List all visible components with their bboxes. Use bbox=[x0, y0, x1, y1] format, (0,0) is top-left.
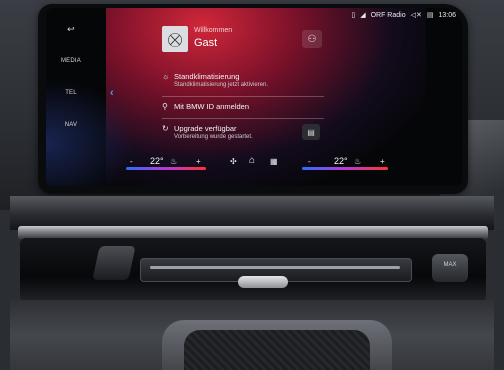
climate-bar: - 22° ♨ + ✣ ⌂ ▦ - 22° ♨ + bbox=[46, 155, 462, 186]
left-temp-minus-button[interactable]: - bbox=[130, 157, 133, 166]
mute-icon: ◁✕ bbox=[410, 12, 422, 19]
welcome-label: Willkommen bbox=[194, 27, 233, 34]
left-temp-value: 22° bbox=[150, 156, 164, 166]
right-temp-plus-button[interactable]: + bbox=[380, 157, 385, 166]
climate-people-icon: ☼ bbox=[162, 72, 170, 81]
clock: 13:06 bbox=[438, 11, 456, 19]
update-circle-icon: ↻ bbox=[162, 124, 169, 133]
side-nav-tel[interactable]: TEL bbox=[46, 90, 96, 96]
user-switch-icon: ⚇ bbox=[307, 33, 317, 45]
side-nav-nav[interactable]: NAV bbox=[46, 122, 96, 128]
guest-name: Gast bbox=[194, 37, 218, 49]
navigation-arrow-icon: ◢ bbox=[360, 12, 366, 19]
list-item-title: Mit BMW ID anmelden bbox=[174, 102, 250, 111]
apps-grid-icon[interactable]: ▦ bbox=[270, 157, 278, 166]
document-icon: ▤ bbox=[307, 127, 315, 137]
seat-heat-right-icon[interactable]: ♨ bbox=[354, 157, 361, 166]
radio-station[interactable]: ORF Radio bbox=[371, 12, 406, 19]
left-temp-plus-button[interactable]: + bbox=[196, 157, 201, 166]
home-icon[interactable]: ⌂ bbox=[249, 155, 255, 166]
mobile-icon: ▯ bbox=[351, 12, 356, 19]
welcome-card[interactable]: ⛒ Willkommen Gast bbox=[158, 24, 324, 62]
right-temp-minus-button[interactable]: - bbox=[308, 157, 311, 166]
list-item-subtitle: Standklimatisierung jetzt aktivieren. bbox=[174, 82, 269, 88]
vent-adjust-knob[interactable] bbox=[238, 276, 288, 288]
upgrade-details-button[interactable]: ▤ bbox=[302, 124, 320, 140]
dashboard-shelf bbox=[10, 196, 494, 230]
right-temp-bar bbox=[302, 167, 388, 170]
vent-slat bbox=[150, 266, 400, 269]
list-item-standklimatisierung[interactable]: ☼ Standklimatisierung Standklimatisierun… bbox=[158, 72, 326, 94]
status-bar: ▯ ◢ ORF Radio ◁✕ ▤ 13:06 bbox=[351, 9, 456, 21]
list-item-upgrade[interactable]: ↻ Upgrade verfügbar Vorbereitung wurde g… bbox=[158, 124, 326, 146]
max-button-label: MAX bbox=[443, 262, 457, 268]
list-item-bmw-id[interactable]: ⚲ Mit BMW ID anmelden bbox=[158, 102, 326, 114]
console-carbon-trim bbox=[184, 330, 370, 370]
max-defrost-button[interactable] bbox=[432, 254, 468, 282]
left-buttons[interactable] bbox=[92, 246, 136, 280]
user-icon: ⚲ bbox=[162, 102, 168, 111]
fan-icon[interactable]: ✣ bbox=[230, 157, 237, 166]
profile-switch-button[interactable]: ⚇ bbox=[302, 30, 322, 48]
list-item-subtitle: Vorbereitung wurde gestartet. bbox=[174, 134, 253, 140]
chevron-left-icon[interactable]: ‹ bbox=[110, 87, 114, 99]
message-icon: ▤ bbox=[426, 12, 434, 19]
infotainment-screen: ▯ ◢ ORF Radio ◁✕ ▤ 13:06 ↩ MEDIA TEL NAV… bbox=[46, 8, 462, 186]
car-dashboard-photo: ▯ ◢ ORF Radio ◁✕ ▤ 13:06 ↩ MEDIA TEL NAV… bbox=[0, 0, 504, 370]
list-item-title: Standklimatisierung bbox=[174, 72, 240, 81]
right-temp-value: 22° bbox=[334, 156, 348, 166]
back-arrow-icon[interactable]: ↩ bbox=[46, 24, 96, 35]
side-nav-media[interactable]: MEDIA bbox=[46, 58, 96, 64]
divider bbox=[162, 118, 324, 119]
seat-heat-left-icon[interactable]: ♨ bbox=[170, 157, 177, 166]
left-temp-bar bbox=[126, 167, 206, 170]
guest-avatar-icon: ⛒ bbox=[162, 26, 188, 52]
list-item-title: Upgrade verfügbar bbox=[174, 124, 237, 133]
divider bbox=[162, 96, 324, 97]
